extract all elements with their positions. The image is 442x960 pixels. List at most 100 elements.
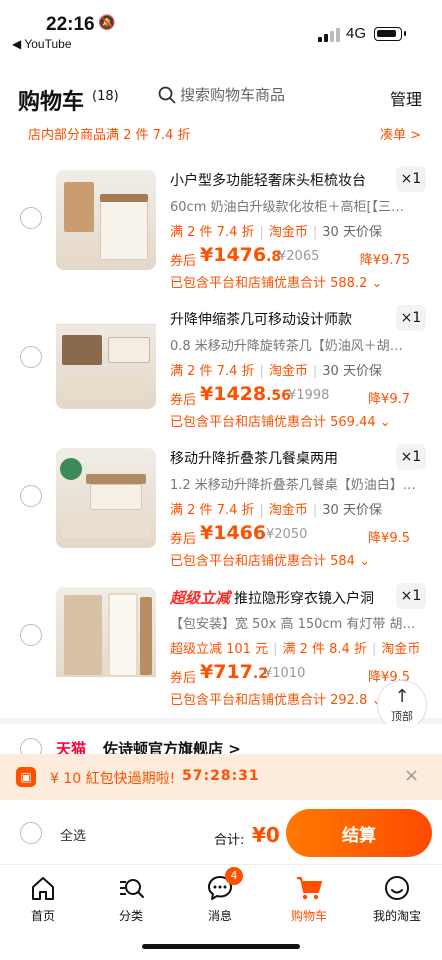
arrow-up-icon: ↑ [394,686,410,707]
cart-item[interactable]: 升降伸缩茶几可移动设计师款 ×1 0.8 米移动升降旋转茶几【奶油风＋胡… 满 … [0,295,442,434]
price-row: 券后 ¥1476.8 ¥2065 降¥9.75 [170,244,410,269]
sku-selector[interactable]: 【包安装】宽 50x 高 150cm 有灯带 胡… [170,613,420,632]
status-bar: 22:16 🔕 ◀ YouTube 4G [0,0,442,56]
tab-category[interactable]: 分类 [96,873,166,924]
cart-item[interactable]: 超级立减 推拉隐形穿衣镜入户洞 ×1 【包安装】宽 50x 高 150cm 有灯带… [0,573,442,712]
item-checkbox[interactable] [20,207,42,229]
status-time: 22:16 [46,14,95,35]
promo-tags: 超级立减 101 元 | 满 2 件 8.4 折 | 淘金币 [170,642,421,657]
product-name[interactable]: 小户型多功能轻奢床头柜梳妆台 [170,170,392,190]
item-checkbox[interactable] [20,346,42,368]
promo-tag: 超级立减 101 元 [170,642,269,657]
promo-tags: 满 2 件 7.4 折 | 淘金币 | 30 天价保 [170,503,382,518]
tab-label: 消息 [207,909,232,923]
item-checkbox[interactable] [20,485,42,507]
promo-tags: 满 2 件 7.4 折 | 淘金币 | 30 天价保 [170,364,382,379]
price-drop: 降¥9.75 [359,253,410,268]
add-items-link[interactable]: 凑单 > [380,124,421,143]
store-checkbox[interactable] [20,738,42,754]
home-indicator[interactable] [142,944,300,949]
cart-item-list: 小户型多功能轻奢床头柜梳妆台 ×1 60cm 奶油白升级款化妆柜＋高柜[【三… … [0,148,442,718]
tab-label: 分类 [118,909,143,923]
tab-my-taobao[interactable]: 我的淘宝 [362,873,432,924]
promo-tag: 淘金币 [268,503,308,518]
promo-tag: 30 天价保 [322,503,382,518]
cart-item[interactable]: 移动升降折叠茶几餐桌两用 ×1 1.2 米移动升降折叠茶几餐桌【奶油白】… 满 … [0,434,442,573]
original-price: ¥2065 [278,249,320,264]
product-name[interactable]: 超级立减 推拉隐形穿衣镜入户洞 [170,587,392,608]
price-row: 券后 ¥1466 ¥2050 降¥9.5 [170,522,410,547]
quantity-selector[interactable]: ×1 [396,444,426,470]
tab-home[interactable]: 首页 [8,873,78,924]
promo-tag: 淘金币 [268,225,308,240]
battery-icon [374,27,406,41]
promo-tag: 满 2 件 7.4 折 [170,503,255,518]
product-image[interactable] [56,309,156,409]
quantity-selector[interactable]: ×1 [396,583,426,609]
promo-tag: 30 天价保 [322,225,382,240]
checkout-button[interactable]: 结算 [286,809,432,857]
item-checkbox[interactable] [20,624,42,646]
page-title: 购物车 [18,90,85,115]
manage-button[interactable]: 管理 [390,86,422,110]
promo-tag: 淘金币 [268,364,308,379]
sku-selector[interactable]: 1.2 米移动升降折叠茶几餐桌【奶油白】… [170,474,420,493]
original-price: ¥2050 [266,527,308,542]
store-header[interactable]: 天猫 佐诗顿官方旗舰店 > [0,724,442,754]
network-type: 4G [346,25,367,42]
total-label: 合计: [214,833,245,848]
cart-count: (18) [92,89,119,104]
countdown-timer: 57:28:31 [182,768,260,784]
back-to-app-link[interactable]: ◀ YouTube [12,37,72,51]
sku-selector[interactable]: 60cm 奶油白升级款化妆柜＋高柜[【三… [170,196,420,215]
tab-label: 首页 [30,909,55,923]
checkout-bar: 全选 合计: ¥0 结算 [0,800,442,864]
promo-tag: 30 天价保 [322,364,382,379]
price-drop: 降¥9.5 [368,531,410,546]
price-row: 券后 ¥717.2 ¥1010 降¥9.5 [170,661,410,686]
back-to-top-button[interactable]: ↑ 顶部 [377,680,427,730]
back-to-top-label: 顶部 [391,710,413,723]
tab-messages[interactable]: 4 消息 [185,867,255,924]
after-coupon-label: 券后 [170,393,197,408]
cart-icon [297,877,322,900]
cart-item[interactable]: 小户型多功能轻奢床头柜梳妆台 ×1 60cm 奶油白升级款化妆柜＋高柜[【三… … [0,156,442,295]
super-discount-logo: 超级立减 [170,589,231,607]
quantity-selector[interactable]: ×1 [396,166,426,192]
after-coupon-label: 券后 [170,532,197,547]
product-name[interactable]: 移动升降折叠茶几餐桌两用 [170,448,392,468]
product-name[interactable]: 升降伸缩茶几可移动设计师款 [170,309,392,329]
price-drop: 降¥9.7 [368,392,410,407]
price: ¥717.2 [200,661,268,683]
promo-tag: 满 2 件 8.4 折 [282,642,367,657]
product-image[interactable] [56,170,156,270]
discount-summary[interactable]: 已包含平台和店铺优惠合计 292.8 ⌄ [170,689,382,708]
discount-summary[interactable]: 已包含平台和店铺优惠合计 569.44 ⌄ [170,411,391,430]
search-input[interactable] [180,83,370,107]
red-packet-icon: ▣ [16,767,36,787]
tab-label: 我的淘宝 [372,909,421,923]
search-icon[interactable] [158,86,176,104]
discount-summary[interactable]: 已包含平台和店铺优惠合计 584 ⌄ [170,550,370,569]
price: ¥1428.56 [200,383,291,405]
promo-tag: 满 2 件 7.4 折 [170,225,255,240]
product-image[interactable] [56,448,156,548]
select-all-checkbox[interactable] [20,822,42,844]
quantity-selector[interactable]: ×1 [396,305,426,331]
promo-tags: 满 2 件 7.4 折 | 淘金币 | 30 天价保 [170,225,382,240]
discount-summary[interactable]: 已包含平台和店铺优惠合计 588.2 ⌄ [170,272,382,291]
product-image[interactable] [56,587,156,687]
category-search-icon [120,879,144,898]
store-promo-text: 店内部分商品满 2 件 7.4 折 [28,128,191,143]
store-name[interactable]: 佐诗顿官方旗舰店 > [103,738,241,754]
price: ¥1466 [200,522,267,544]
sku-selector[interactable]: 0.8 米移动升降旋转茶几【奶油风＋胡… [170,335,420,354]
red-packet-banner[interactable]: ▣ ¥ 10 紅包快過期啦! 57:28:31 × [0,754,442,800]
price-row: 券后 ¥1428.56 ¥1998 降¥9.7 [170,383,410,408]
select-all-label[interactable]: 全选 [60,825,86,844]
after-coupon-label: 券后 [170,254,197,269]
tab-cart[interactable]: 购物车 [274,873,344,924]
cart-header: 购物车 (18) 管理 店内部分商品满 2 件 7.4 折 凑单 > [0,56,442,160]
promo-tag: 满 2 件 7.4 折 [170,364,255,379]
close-icon[interactable]: × [404,765,419,786]
